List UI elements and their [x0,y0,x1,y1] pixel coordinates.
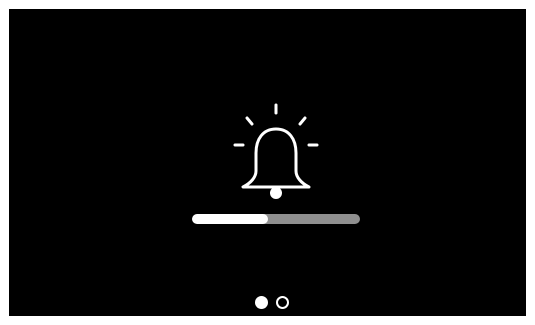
bell-icon [233,103,319,201]
page-dot-2[interactable] [276,295,289,309]
notification-screen [9,9,526,316]
progress-bar [192,214,360,224]
page-indicator [255,294,289,310]
page-dot-1[interactable] [255,295,268,309]
progress-fill [192,214,268,224]
